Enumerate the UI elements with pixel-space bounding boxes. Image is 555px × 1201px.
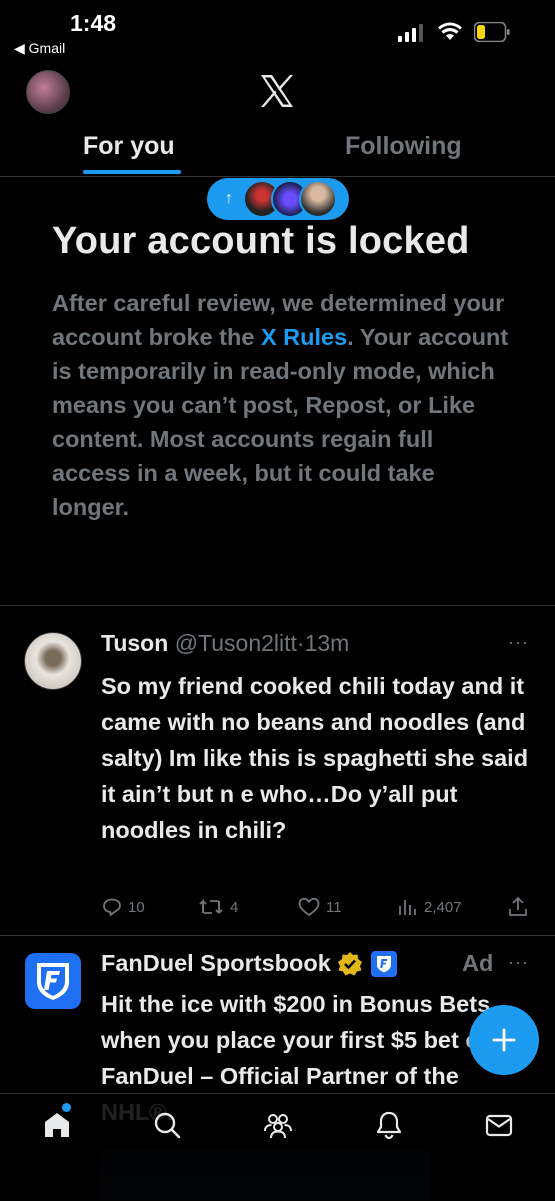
post-time[interactable]: 13m [305,630,350,656]
ad-header: FanDuel Sportsbook [101,950,397,977]
profile-avatar[interactable] [26,70,70,114]
reply-button[interactable]: 10 [102,897,145,917]
divider [0,605,555,606]
pill-avatar [299,180,337,218]
reply-icon [103,898,121,916]
new-posts-pill[interactable]: ↑ [207,178,349,220]
lock-body-text-continued: . Your account is temporarily in read-on… [52,324,509,520]
messages-envelope-icon[interactable] [484,1110,514,1140]
tab-following[interactable]: Following [345,132,462,161]
home-notification-dot [62,1103,71,1112]
tab-for-you[interactable]: For you [83,132,175,161]
reply-count: 10 [128,898,145,916]
affiliate-badge-icon [370,950,397,977]
share-button[interactable] [508,896,534,918]
post-author-name[interactable]: Tuson [101,630,168,656]
cellular-signal-icon [398,24,423,42]
verified-badge-icon [337,951,362,975]
post-header: Tuson @Tuson2litt·13m [101,630,349,657]
divider [0,935,555,936]
ad-more-icon[interactable]: ··· [508,952,529,973]
active-tab-indicator [83,170,181,174]
like-count: 11 [326,898,342,916]
search-icon[interactable] [152,1110,182,1140]
x-logo-icon[interactable] [258,72,296,110]
post-text[interactable]: So my friend cooked chili today and it c… [101,668,541,848]
repost-count: 4 [230,898,239,916]
back-to-gmail-link[interactable]: ◀ Gmail [14,40,65,57]
views-count: 2,407 [424,898,462,916]
post-more-icon[interactable]: ··· [508,632,529,653]
plus-icon [492,1028,516,1052]
views-chart-icon [399,900,416,915]
repost-icon [199,898,223,914]
communities-icon[interactable] [263,1110,293,1140]
ad-label: Ad [462,950,494,976]
ad-author-name[interactable]: FanDuel Sportsbook [101,950,331,977]
arrow-up-icon: ↑ [225,190,233,207]
x-rules-link[interactable]: X Rules [261,324,347,350]
share-icon [509,896,527,916]
like-button[interactable]: 11 [298,897,342,917]
wifi-icon [438,22,462,40]
bell-icon[interactable] [374,1110,404,1140]
lock-notice-title: Your account is locked [52,220,470,262]
repost-button[interactable]: 4 [198,897,238,917]
home-icon[interactable] [42,1110,72,1140]
views-button[interactable]: 2,407 [398,897,462,917]
lock-notice-body: After careful review, we determined your… [52,286,512,524]
fanduel-shield-icon [37,963,69,1000]
header-divider [0,176,555,177]
post-author-handle[interactable]: @Tuson2litt [175,630,297,656]
post-separator: · [296,630,305,656]
post-author-avatar[interactable] [24,632,82,690]
status-time: 1:48 [70,10,117,36]
battery-low-icon [474,22,510,42]
heart-icon [298,897,320,917]
fanduel-logo[interactable] [25,953,81,1009]
compose-post-button[interactable] [469,1005,539,1075]
